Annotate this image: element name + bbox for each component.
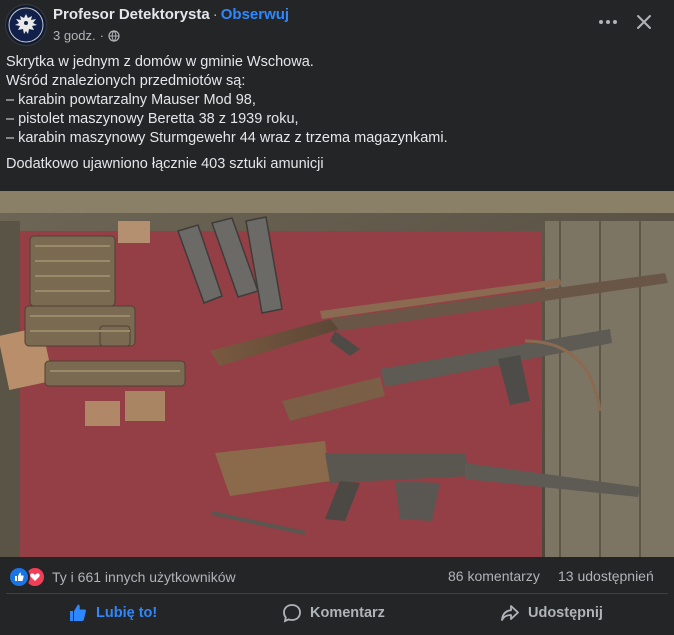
comment-label: Komentarz: [310, 605, 385, 621]
post-text-line: – karabin maszynowy Sturmgewehr 44 wraz …: [6, 130, 448, 146]
share-label: Udostępnij: [528, 605, 603, 621]
author-name[interactable]: Profesor Detektorysta: [53, 6, 210, 23]
post-stats: Ty i 661 innych użytkowników 86 komentar…: [0, 560, 674, 592]
meta-separator: ·: [99, 28, 104, 43]
share-arrow-icon: [501, 605, 519, 621]
thumbs-up-icon: [70, 604, 86, 621]
follow-button[interactable]: Obserwuj: [221, 6, 289, 23]
more-options-button[interactable]: [596, 12, 620, 32]
like-button[interactable]: Lubię to!: [68, 596, 157, 630]
post-text-extra: Dodatkowo ujawniono łącznie 403 sztuki a…: [6, 156, 324, 172]
post-actions: Lubię to! Komentarz Udostępnij: [0, 596, 674, 632]
globe-icon: [108, 29, 120, 42]
page-avatar[interactable]: [5, 4, 47, 46]
post-meta: 3 godz. ·: [53, 28, 120, 43]
shares-count[interactable]: 13 udostępnień: [558, 568, 654, 584]
divider: [6, 593, 668, 594]
post-text-line: – karabin powtarzalny Mauser Mod 98,: [6, 92, 256, 108]
weapons-cache-photo: [0, 191, 674, 557]
comment-button[interactable]: Komentarz: [282, 596, 385, 630]
post-text: Skrytka w jednym z domów w gminie Wschow…: [6, 53, 666, 174]
facebook-post: Profesor Detektorysta · Obserwuj 3 godz. ·…: [0, 0, 674, 635]
post-text-line: – pistolet maszynowy Beretta 38 z 1939 r…: [6, 111, 299, 127]
post-text-line: Wśród znalezionych przedmiotów są:: [6, 73, 246, 89]
reactions-summary[interactable]: Ty i 661 innych użytkowników: [8, 566, 236, 588]
author-separator: ·: [212, 6, 218, 23]
comment-bubble-icon: [283, 604, 301, 623]
like-reaction-icon: [8, 566, 30, 588]
like-label: Lubię to!: [96, 605, 158, 621]
eagle-emblem-icon: [8, 7, 44, 43]
reactions-text[interactable]: Ty i 661 innych użytkowników: [52, 569, 236, 585]
share-button[interactable]: Udostępnij: [500, 596, 603, 630]
comments-count[interactable]: 86 komentarzy: [448, 568, 540, 584]
post-header: Profesor Detektorysta · Obserwuj 3 godz. ·: [0, 0, 674, 50]
post-time[interactable]: 3 godz.: [53, 28, 96, 43]
more-dots-icon: [599, 20, 617, 24]
post-photo[interactable]: [0, 191, 674, 557]
author-line: Profesor Detektorysta · Obserwuj: [53, 6, 289, 23]
close-button[interactable]: [632, 10, 656, 34]
close-icon: [637, 15, 651, 29]
post-text-line: Skrytka w jednym z domów w gminie Wschow…: [6, 54, 314, 70]
